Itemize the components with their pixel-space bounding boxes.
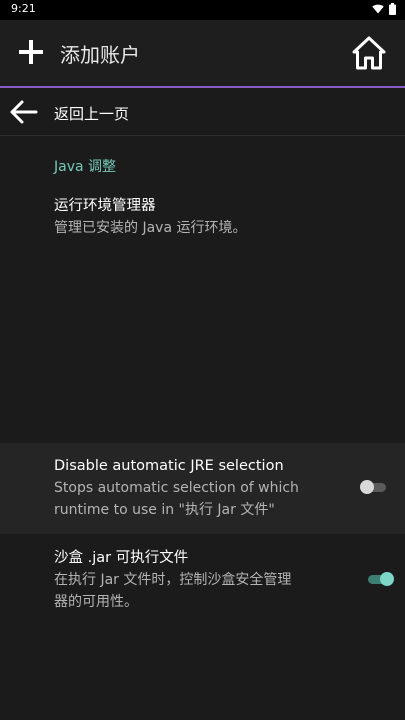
pref-summary: 管理已安装的 Java 运行环境。: [54, 220, 247, 236]
pref-summary-line: 在执行 Jar 文件时，控制沙盒安全管理: [54, 572, 292, 588]
switch-thumb: [380, 572, 394, 586]
pref-sandbox-jar[interactable]: 沙盒 .jar 可执行文件 在执行 Jar 文件时，控制沙盒安全管理 器的可用性…: [0, 535, 405, 625]
app-bar-accent-line: [0, 86, 405, 88]
sandbox-jar-switch[interactable]: [368, 572, 394, 586]
pref-text: 沙盒 .jar 可执行文件 在执行 Jar 文件时，控制沙盒安全管理 器的可用性…: [54, 547, 346, 613]
pref-title: 沙盒 .jar 可执行文件: [54, 550, 189, 566]
app-title: 添加账户: [60, 43, 140, 67]
pref-disable-auto-jre[interactable]: Disable automatic JRE selection Stops au…: [0, 443, 405, 534]
add-account-button[interactable]: [14, 35, 48, 69]
pref-text: 运行环境管理器 管理已安装的 Java 运行环境。: [54, 195, 384, 239]
disable-auto-jre-switch[interactable]: [360, 480, 386, 494]
pref-title: 运行环境管理器: [54, 198, 156, 214]
pref-summary-line: 器的可用性。: [54, 594, 138, 610]
status-bar: 9:21: [0, 0, 405, 20]
home-icon: [352, 36, 386, 70]
home-button[interactable]: [349, 33, 389, 73]
arrow-left-icon: [10, 100, 38, 124]
status-icons: [372, 3, 396, 15]
pref-text: Disable automatic JRE selection Stops au…: [54, 455, 346, 521]
divider: [0, 135, 405, 136]
pref-runtime-manager[interactable]: 运行环境管理器 管理已安装的 Java 运行环境。: [0, 192, 405, 244]
pref-summary-line: Stops automatic selection of which: [54, 480, 299, 496]
back-label: 返回上一页: [54, 105, 130, 123]
pref-title: Disable automatic JRE selection: [54, 458, 284, 474]
status-time: 9:21: [11, 2, 36, 15]
plus-icon: [19, 40, 43, 64]
back-row[interactable]: 返回上一页: [0, 89, 405, 135]
switch-thumb: [360, 480, 374, 494]
battery-icon: [389, 3, 396, 15]
pref-summary-line: runtime to use in "执行 Jar 文件": [54, 502, 275, 518]
section-header-java: Java 调整: [54, 159, 117, 175]
wifi-icon: [372, 4, 384, 14]
